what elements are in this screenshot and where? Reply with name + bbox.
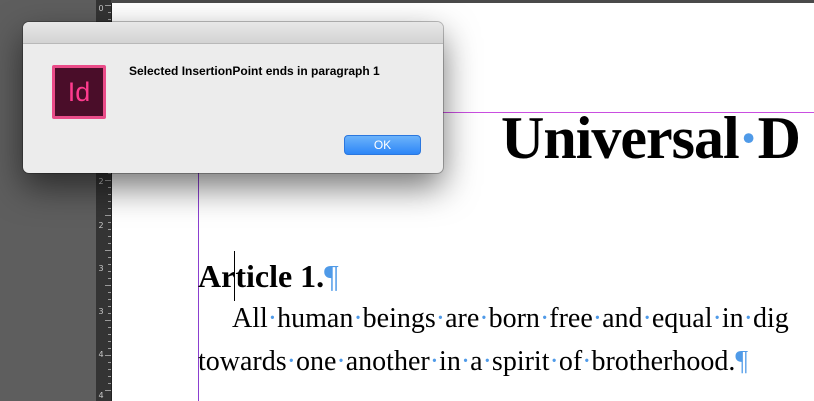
ruler-tick — [108, 12, 111, 13]
ruler-tick — [108, 229, 111, 230]
text-insertion-cursor — [234, 251, 235, 301]
title-word: Universal — [501, 105, 740, 171]
space-marker: · — [435, 303, 446, 334]
alert-dialog: Id Selected InsertionPoint ends in parag… — [23, 22, 443, 173]
body-word: are — [445, 303, 480, 334]
body-text-line-1[interactable]: All·human·beings·are·born·free·and·equal… — [232, 299, 789, 339]
body-word: in — [439, 346, 461, 377]
body-word: and — [602, 303, 643, 334]
ruler-tick — [108, 299, 111, 300]
ruler-tick — [105, 250, 111, 251]
document-title[interactable]: Universal·D — [501, 103, 801, 173]
body-word: towards — [198, 346, 287, 377]
space-marker: · — [642, 303, 652, 334]
ruler-tick — [108, 278, 111, 279]
ruler-number: 4 — [98, 350, 104, 359]
ruler-tick — [108, 341, 111, 342]
ruler-tick — [108, 327, 111, 328]
ruler-tick — [108, 236, 111, 237]
ruler-tick — [108, 292, 111, 293]
body-word: another — [345, 346, 430, 377]
ruler-tick — [108, 271, 111, 272]
pilcrow-marker: ¶ — [324, 258, 339, 294]
ruler-tick — [105, 5, 111, 6]
heading-text: Article 1. — [198, 258, 325, 294]
body-word: spirit — [491, 346, 550, 377]
dialog-message: Selected InsertionPoint ends in paragrap… — [129, 64, 380, 78]
body-word: human — [277, 303, 354, 334]
body-word: in — [721, 303, 744, 334]
ruler-tick — [108, 383, 111, 384]
ruler-tick — [108, 257, 111, 258]
space-marker: · — [549, 346, 559, 377]
space-marker: · — [286, 346, 296, 377]
ruler-tick — [108, 173, 111, 174]
ruler-tick — [108, 243, 111, 244]
ruler-number: 4 — [98, 391, 104, 400]
space-marker: · — [738, 105, 759, 171]
body-word: a — [470, 346, 483, 377]
ruler-tick — [108, 348, 111, 349]
ruler-tick — [108, 369, 111, 370]
space-marker: · — [353, 303, 363, 334]
ruler-tick — [105, 285, 111, 286]
space-marker: · — [539, 303, 550, 334]
space-marker: · — [460, 346, 471, 377]
indesign-app-icon: Id — [52, 65, 106, 119]
pilcrow-marker: ¶ — [735, 346, 749, 377]
ruler-number: 3 — [98, 264, 104, 273]
article-heading[interactable]: Article 1.¶ — [198, 256, 339, 296]
ruler-tick — [108, 313, 111, 314]
body-word: of — [558, 346, 583, 377]
ruler-tick — [108, 19, 111, 20]
ruler-tick — [108, 376, 111, 377]
ruler-tick — [108, 222, 111, 223]
ruler-number: 2 — [98, 177, 104, 186]
body-word: equal — [651, 303, 713, 334]
ruler-tick — [108, 334, 111, 335]
body-word: beings — [362, 303, 436, 334]
space-marker: · — [429, 346, 440, 377]
ruler-tick — [105, 180, 111, 181]
space-marker: · — [592, 303, 603, 334]
space-marker: · — [712, 303, 722, 334]
ok-button[interactable]: OK — [344, 135, 421, 155]
body-word: free — [549, 303, 593, 334]
body-text-line-2[interactable]: towards·one·another·in·a·spirit·of·broth… — [198, 342, 748, 382]
body-word: All — [232, 303, 268, 334]
ruler-tick — [108, 201, 111, 202]
ruler-tick — [108, 208, 111, 209]
ruler-number: 0 — [98, 4, 104, 13]
space-marker: · — [336, 346, 346, 377]
body-word: brotherhood. — [591, 346, 736, 377]
body-word: dig — [752, 303, 789, 334]
ruler-number: 2 — [98, 221, 104, 230]
ruler-tick — [108, 306, 111, 307]
ruler-number: 3 — [98, 307, 104, 316]
title-word: D — [757, 105, 801, 171]
app-icon-label: Id — [55, 68, 103, 116]
dialog-titlebar[interactable] — [23, 22, 443, 44]
space-marker: · — [743, 303, 753, 334]
space-marker: · — [482, 346, 492, 377]
space-marker: · — [479, 303, 489, 334]
body-word: one — [295, 346, 337, 377]
ruler-tick — [108, 362, 111, 363]
space-marker: · — [267, 303, 278, 334]
ruler-tick — [108, 194, 111, 195]
ruler-tick — [105, 320, 111, 321]
ruler-tick — [105, 355, 111, 356]
ruler-tick — [108, 187, 111, 188]
body-word: born — [488, 303, 540, 334]
ruler-tick — [105, 215, 111, 216]
ruler-tick — [108, 264, 111, 265]
ruler-tick — [105, 390, 111, 391]
